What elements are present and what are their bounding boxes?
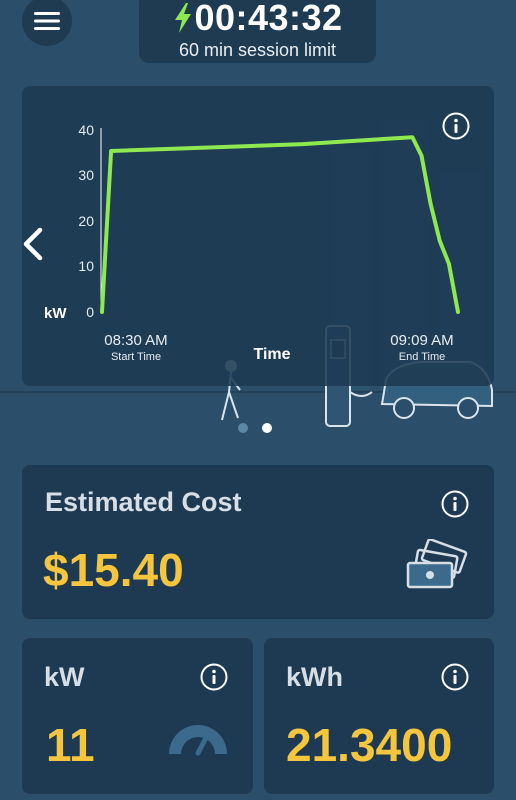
cash-icon [406, 539, 468, 589]
end-time-label: 09:09 AM [390, 332, 453, 349]
pagination-dot[interactable] [238, 423, 248, 433]
timer-value: 00:43:32 [194, 0, 343, 38]
lightning-bolt-icon [175, 3, 192, 33]
end-time-caption: End Time [399, 351, 445, 363]
hamburger-icon [34, 12, 60, 30]
kwh-info-icon[interactable] [441, 663, 469, 691]
kw-value: 11 [46, 719, 95, 771]
chevron-left-icon[interactable] [20, 226, 46, 262]
speedometer-icon [169, 725, 227, 756]
kw-card: kW 11 [22, 638, 253, 794]
chart-pagination [238, 423, 272, 433]
kwh-label: kWh [286, 662, 343, 692]
chart-info-icon[interactable] [442, 112, 470, 140]
y-unit-label: kW [44, 305, 67, 322]
y-tick-label: 10 [78, 258, 94, 274]
estimated-cost-label: Estimated Cost [45, 487, 242, 517]
kwh-card: kWh 21.3400 [264, 638, 494, 794]
x-axis-label: Time [253, 346, 290, 363]
y-tick-label: 0 [86, 304, 94, 320]
power-chart-card: 40 30 20 10 0 kW 08:30 AM Start Time Tim… [22, 86, 494, 386]
y-tick-label: 40 [78, 122, 94, 138]
session-limit-text: 60 min session limit [178, 40, 337, 60]
cost-info-icon[interactable] [441, 490, 469, 518]
estimated-cost-card: Estimated Cost $15.40 [22, 465, 494, 619]
kw-info-icon[interactable] [200, 663, 228, 691]
y-tick-label: 20 [78, 213, 94, 229]
y-tick-label: 30 [78, 167, 94, 183]
estimated-cost-value: $15.40 [43, 544, 184, 596]
pagination-dot-active[interactable] [262, 423, 272, 433]
session-timer: 00:43:32 60 min session limit [139, 0, 376, 63]
start-time-caption: Start Time [111, 351, 161, 363]
kwh-value: 21.3400 [286, 719, 453, 771]
kw-label: kW [44, 662, 85, 692]
power-line-chart: 40 30 20 10 0 kW 08:30 AM Start Time Tim… [44, 122, 460, 363]
power-series-line [100, 135, 460, 314]
start-time-label: 08:30 AM [104, 332, 167, 349]
